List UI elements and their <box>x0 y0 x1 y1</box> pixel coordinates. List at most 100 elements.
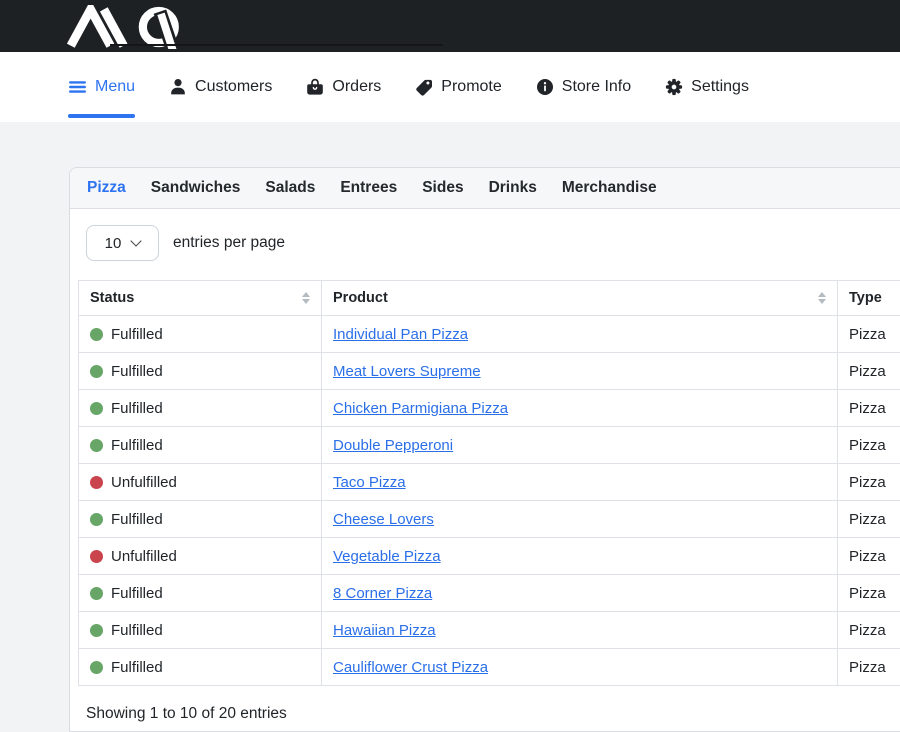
type-cell: Pizza <box>838 575 900 612</box>
entries-per-page-label: entries per page <box>173 234 285 252</box>
type-cell: Pizza <box>838 649 900 686</box>
tab-sides[interactable]: Sides <box>422 179 463 197</box>
product-cell: Hawaiian Pizza <box>322 612 838 649</box>
status-dot-icon <box>90 402 103 415</box>
product-cell: Individual Pan Pizza <box>322 316 838 353</box>
menu-card: Pizza Sandwiches Salads Entrees Sides Dr… <box>69 167 900 732</box>
tab-drinks[interactable]: Drinks <box>489 179 537 197</box>
tab-entrees[interactable]: Entrees <box>340 179 397 197</box>
status-dot-icon <box>90 624 103 637</box>
status-cell: Fulfilled <box>79 353 322 390</box>
category-tabs: Pizza Sandwiches Salads Entrees Sides Dr… <box>70 168 900 209</box>
table-row: Fulfilled 8 Corner Pizza Pizza <box>79 575 900 612</box>
tab-merchandise[interactable]: Merchandise <box>562 179 657 197</box>
product-link[interactable]: Taco Pizza <box>333 474 406 491</box>
product-link[interactable]: Vegetable Pizza <box>333 548 441 565</box>
card-body: 10 entries per page Status <box>70 209 900 731</box>
aiq-logo <box>62 5 194 49</box>
status-text: Fulfilled <box>111 363 163 380</box>
product-cell: Vegetable Pizza <box>322 538 838 575</box>
product-cell: 8 Corner Pizza <box>322 575 838 612</box>
nav-item-orders[interactable]: Orders <box>306 52 381 122</box>
gear-icon <box>665 78 683 96</box>
status-text: Fulfilled <box>111 659 163 676</box>
entries-per-page-select[interactable]: 10 <box>86 225 159 261</box>
column-header-status[interactable]: Status <box>79 281 322 316</box>
product-link[interactable]: Double Pepperoni <box>333 437 453 454</box>
status-cell: Fulfilled <box>79 427 322 464</box>
nav-item-menu[interactable]: Menu <box>68 52 135 122</box>
product-link[interactable]: Cauliflower Crust Pizza <box>333 659 488 676</box>
nav-item-label: Orders <box>332 78 381 96</box>
table-row: Fulfilled Chicken Parmigiana Pizza Pizza <box>79 390 900 427</box>
column-header-type[interactable]: Type <box>838 281 900 316</box>
table-row: Unfulfilled Vegetable Pizza Pizza <box>79 538 900 575</box>
page-size-row: 10 entries per page <box>86 225 900 261</box>
nav-item-label: Menu <box>95 78 135 96</box>
nav-item-store-info[interactable]: Store Info <box>536 52 631 122</box>
status-cell: Fulfilled <box>79 649 322 686</box>
table-header-row: Status Product Type <box>79 281 900 316</box>
product-link[interactable]: Meat Lovers Supreme <box>333 363 481 380</box>
column-header-product[interactable]: Product <box>322 281 838 316</box>
nav-item-label: Customers <box>195 78 272 96</box>
tab-sandwiches[interactable]: Sandwiches <box>151 179 241 197</box>
product-cell: Cheese Lovers <box>322 501 838 538</box>
status-dot-icon <box>90 439 103 452</box>
type-cell: Pizza <box>838 538 900 575</box>
nav-item-customers[interactable]: Customers <box>169 52 272 122</box>
nav-item-label: Settings <box>691 78 749 96</box>
table-row: Unfulfilled Taco Pizza Pizza <box>79 464 900 501</box>
status-text: Unfulfilled <box>111 474 177 491</box>
primary-nav: Menu Customers Orders Promote Store Info <box>0 52 900 122</box>
nav-item-label: Store Info <box>562 78 631 96</box>
type-cell: Pizza <box>838 612 900 649</box>
status-cell: Fulfilled <box>79 316 322 353</box>
tab-salads[interactable]: Salads <box>265 179 315 197</box>
chevron-down-icon <box>131 235 142 246</box>
tag-icon <box>415 78 433 96</box>
table-row: Fulfilled Double Pepperoni Pizza <box>79 427 900 464</box>
status-dot-icon <box>90 661 103 674</box>
nav-item-promote[interactable]: Promote <box>415 52 501 122</box>
nav-item-label: Promote <box>441 78 501 96</box>
status-text: Unfulfilled <box>111 548 177 565</box>
status-cell: Fulfilled <box>79 390 322 427</box>
product-link[interactable]: Chicken Parmigiana Pizza <box>333 400 508 417</box>
product-link[interactable]: 8 Corner Pizza <box>333 585 432 602</box>
status-cell: Fulfilled <box>79 575 322 612</box>
entries-per-page-value: 10 <box>105 235 122 252</box>
type-cell: Pizza <box>838 464 900 501</box>
nav-item-settings[interactable]: Settings <box>665 52 749 122</box>
status-text: Fulfilled <box>111 437 163 454</box>
product-cell: Chicken Parmigiana Pizza <box>322 390 838 427</box>
product-link[interactable]: Hawaiian Pizza <box>333 622 436 639</box>
product-link[interactable]: Individual Pan Pizza <box>333 326 468 343</box>
table-row: Fulfilled Individual Pan Pizza Pizza <box>79 316 900 353</box>
type-cell: Pizza <box>838 353 900 390</box>
status-dot-icon <box>90 550 103 563</box>
tab-pizza[interactable]: Pizza <box>87 179 126 197</box>
status-dot-icon <box>90 365 103 378</box>
product-cell: Cauliflower Crust Pizza <box>322 649 838 686</box>
product-link[interactable]: Cheese Lovers <box>333 511 434 528</box>
table-row: Fulfilled Hawaiian Pizza Pizza <box>79 612 900 649</box>
type-cell: Pizza <box>838 390 900 427</box>
product-cell: Meat Lovers Supreme <box>322 353 838 390</box>
info-icon <box>536 78 554 96</box>
status-cell: Fulfilled <box>79 501 322 538</box>
type-cell: Pizza <box>838 316 900 353</box>
bag-icon <box>306 78 324 96</box>
type-cell: Pizza <box>838 501 900 538</box>
page-content: Pizza Sandwiches Salads Entrees Sides Dr… <box>0 122 900 732</box>
status-cell: Fulfilled <box>79 612 322 649</box>
column-label: Status <box>90 290 134 306</box>
status-text: Fulfilled <box>111 622 163 639</box>
products-table: Status Product Type <box>78 280 900 686</box>
product-cell: Taco Pizza <box>322 464 838 501</box>
status-cell: Unfulfilled <box>79 538 322 575</box>
sort-icon <box>818 292 826 304</box>
table-row: Fulfilled Cauliflower Crust Pizza Pizza <box>79 649 900 686</box>
person-icon <box>169 78 187 96</box>
top-app-bar <box>0 0 900 52</box>
